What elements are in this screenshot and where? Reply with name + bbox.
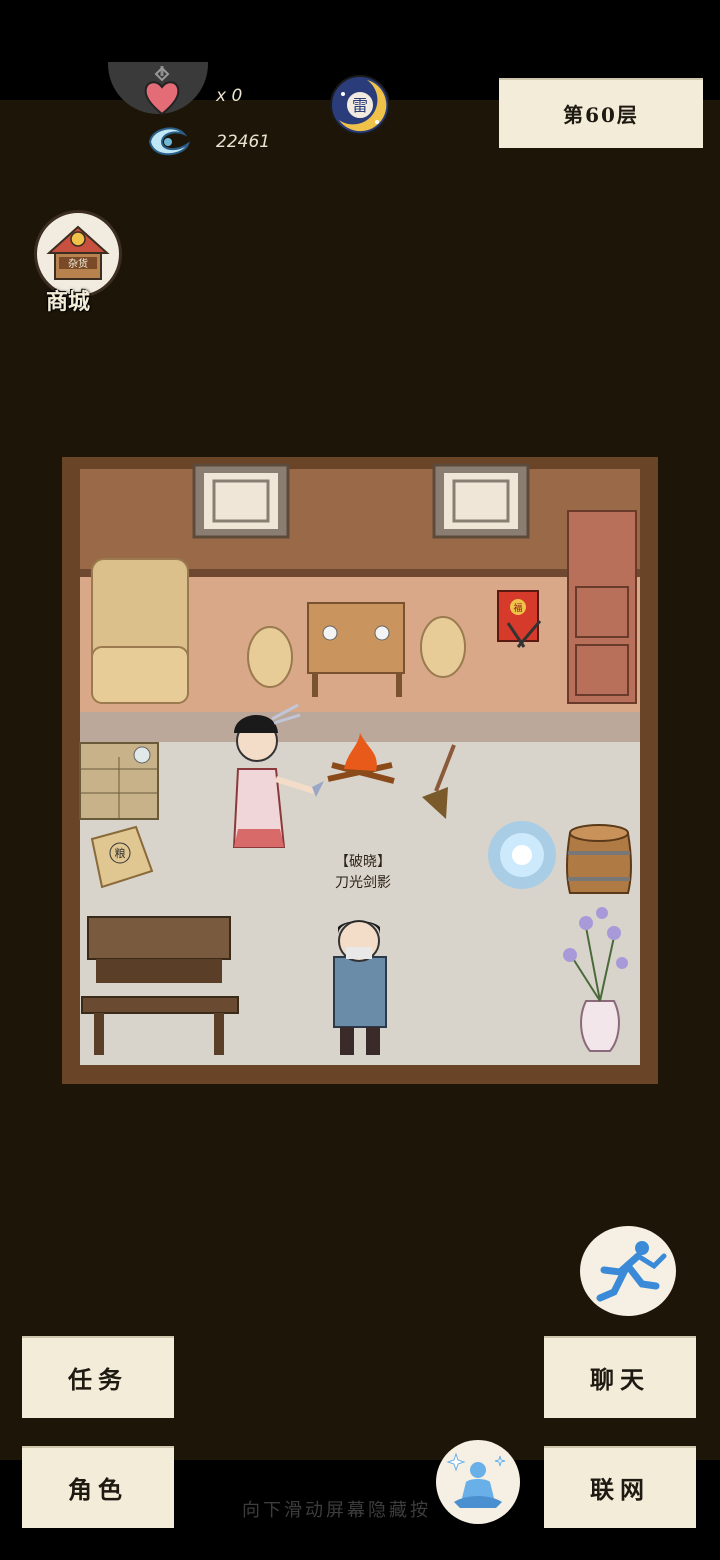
cushion-left [247,626,293,688]
svg-text:福: 福 [513,602,522,614]
heart-pendant-icon [144,66,180,116]
barrel [566,824,632,894]
window-right [432,463,530,539]
red-cabinet [567,510,637,704]
npc-name-label: 【破晓】 刀光剑影 [318,852,408,894]
shop-stall-icon: 杂货 [46,225,110,280]
svg-text:粮: 粮 [115,846,126,860]
character-button[interactable]: 角色 [22,1446,174,1528]
room-scene: 福 粮 [62,457,658,1084]
moon-badge-button[interactable]: 雷 [329,74,391,136]
online-button[interactable]: 联网 [544,1446,696,1528]
meditation-icon [446,1452,506,1508]
drawer-chest [79,742,159,820]
npc-name: 刀光剑影 [335,875,391,891]
bedroll [91,558,189,704]
blue-portal [488,821,556,889]
lives-count: x 0 [216,86,243,106]
cushion-right [420,616,466,678]
swipe-hint-text: 向下滑动屏幕隐藏按 [242,1500,431,1521]
shop-label: 商城 [46,289,91,315]
moon-icon: 雷 [330,75,390,135]
meditate-button[interactable] [436,1440,520,1524]
npc-title: 【破晓】 [335,854,391,870]
chat-button[interactable]: 聊天 [544,1336,696,1418]
back-wall [80,469,640,573]
spirit-stone-count: 22461 [216,132,271,152]
running-figure-icon [596,1241,667,1302]
spirit-stone-icon [148,127,190,156]
svg-text:杂货: 杂货 [68,257,88,270]
red-scroll-bundle: 福 [497,590,542,648]
task-button[interactable]: 任务 [22,1336,174,1418]
svg-text:雷: 雷 [352,96,368,115]
floor-level-badge: 第60层 [499,78,703,148]
window-left [192,463,290,539]
run-button[interactable] [580,1226,676,1316]
